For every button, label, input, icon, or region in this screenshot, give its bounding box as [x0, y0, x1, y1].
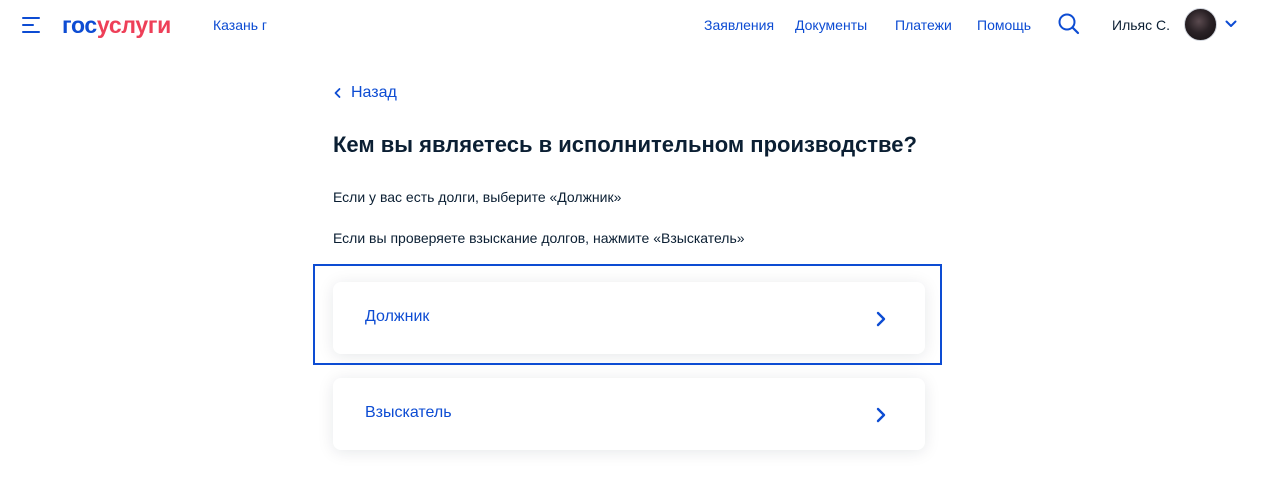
menu-icon-bar: [22, 24, 34, 26]
logo-part-gos: гос: [62, 12, 97, 38]
search-button[interactable]: [1057, 12, 1081, 36]
option-debtor[interactable]: Должник: [333, 282, 925, 354]
nav-payments[interactable]: Платежи: [895, 17, 952, 33]
chevron-left-icon: [334, 88, 341, 98]
option-debtor-label: Должник: [365, 308, 430, 325]
user-name[interactable]: Ильяс С.: [1112, 17, 1170, 33]
nav-help[interactable]: Помощь: [977, 17, 1031, 33]
menu-icon-bar: [22, 31, 40, 33]
search-icon: [1058, 13, 1080, 35]
gosuslugi-logo[interactable]: госуслуги: [62, 11, 171, 39]
nav-documents[interactable]: Документы: [795, 17, 867, 33]
avatar[interactable]: [1184, 8, 1217, 41]
back-label: Назад: [351, 84, 397, 101]
menu-icon: [22, 17, 40, 19]
hint-debtor: Если у вас есть долги, выберите «Должник…: [333, 189, 622, 205]
menu-button[interactable]: [22, 16, 44, 34]
option-claimant-label: Взыскатель: [365, 404, 452, 421]
hint-claimant: Если вы проверяете взыскание долгов, наж…: [333, 230, 745, 246]
chevron-right-icon: [876, 407, 886, 423]
page-title: Кем вы являетесь в исполнительном произв…: [333, 132, 917, 157]
chevron-down-icon[interactable]: [1225, 20, 1237, 28]
site-header: госуслуги Казань г Заявления Документы П…: [0, 0, 1271, 50]
location-selector[interactable]: Казань г: [213, 17, 267, 33]
option-claimant[interactable]: Взыскатель: [333, 378, 925, 450]
nav-applications[interactable]: Заявления: [704, 17, 774, 33]
back-link[interactable]: Назад: [333, 84, 397, 102]
logo-part-uslugi: услуги: [96, 12, 171, 38]
chevron-right-icon: [876, 311, 886, 327]
